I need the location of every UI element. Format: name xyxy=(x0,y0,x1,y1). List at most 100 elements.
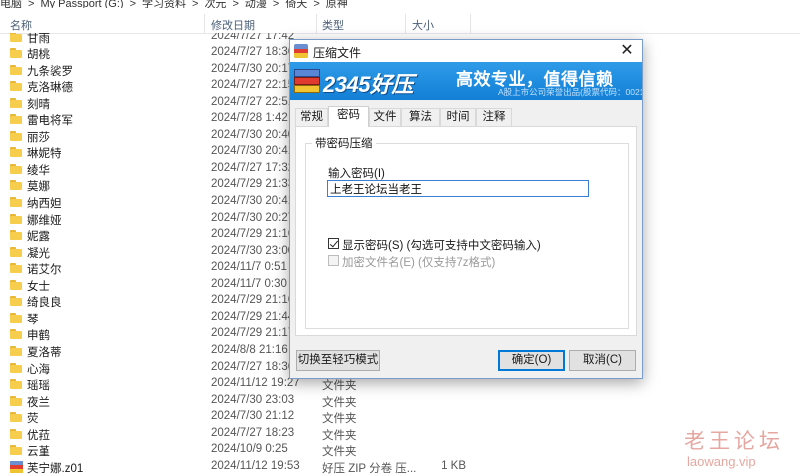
file-name: 绫华 xyxy=(27,164,50,177)
banner-brand: 2345好压 xyxy=(323,72,413,97)
column-separator[interactable] xyxy=(204,14,205,34)
breadcrumb: 电脑 > My Passport (G:) > 学习资料 > 次元 > 动漫 > 倚天 > 原神 xyxy=(0,0,800,8)
file-date: 2024/7/27 17:32 xyxy=(211,161,295,174)
folder-icon xyxy=(10,329,22,340)
file-name: 纳西妲 xyxy=(27,198,62,210)
haozip-logo-icon xyxy=(294,69,320,93)
tab-password[interactable]: 密码 xyxy=(328,106,369,127)
folder-icon xyxy=(10,445,22,456)
file-name: 九条裟罗 xyxy=(27,65,73,78)
file-date: 2024/7/30 21:12 xyxy=(211,410,295,423)
file-name: 诺艾尔 xyxy=(27,264,62,277)
column-size[interactable]: 大小 xyxy=(412,17,434,33)
encrypt-filenames-checkbox[interactable] xyxy=(328,255,339,266)
file-date: 2024/7/27 17:42 xyxy=(211,33,295,42)
file-name: 夜兰 xyxy=(27,396,50,409)
close-button[interactable]: ✕ xyxy=(614,40,640,62)
file-date: 2024/10/9 0:25 xyxy=(211,443,288,456)
folder-icon xyxy=(10,230,22,241)
file-date: 2024/11/7 0:51 xyxy=(211,261,287,274)
dialog-titlebar[interactable]: 压缩文件 ✕ xyxy=(290,40,642,62)
folder-icon xyxy=(10,246,22,257)
file-row[interactable]: 云堇 2024/10/9 0:25 文件夹 xyxy=(0,442,800,459)
folder-icon xyxy=(10,163,22,174)
file-name: 荧 xyxy=(27,413,39,426)
file-row[interactable]: 荧 2024/7/30 21:12 文件夹 xyxy=(0,409,800,426)
folder-icon xyxy=(10,345,22,356)
column-separator[interactable] xyxy=(405,14,406,34)
file-name: 云堇 xyxy=(27,446,50,459)
ok-button[interactable]: 确定(O) xyxy=(498,350,565,371)
file-name: 心海 xyxy=(27,363,50,376)
column-separator[interactable] xyxy=(470,14,471,34)
file-name: 妮露 xyxy=(27,231,50,244)
file-date: 2024/7/29 21:16 xyxy=(211,294,295,307)
file-name: 琴 xyxy=(27,313,39,326)
breadcrumb-item[interactable]: 原神 xyxy=(326,0,348,8)
file-date: 2024/7/29 21:17 xyxy=(211,327,295,340)
file-date: 2024/11/12 19:27 xyxy=(211,377,300,390)
breadcrumb-separator: > xyxy=(192,0,199,8)
file-type: 好压 ZIP 分卷 压... xyxy=(322,462,417,475)
file-name: 娜维娅 xyxy=(27,214,62,227)
column-name[interactable]: 名称 xyxy=(10,17,32,33)
file-date: 2024/7/30 20:40 xyxy=(211,128,295,141)
breadcrumb-item[interactable]: 倚天 xyxy=(285,0,307,8)
breadcrumb-item[interactable]: 电脑 xyxy=(0,0,22,8)
brand-banner: 2345好压 高效专业，值得信赖 A股上市公司荣誉出品(股票代码：002195) xyxy=(290,62,642,100)
file-date: 2024/8/8 21:16 xyxy=(211,343,288,356)
breadcrumb-item[interactable]: My Passport (G:) xyxy=(40,0,123,8)
folder-icon xyxy=(10,379,22,390)
file-date: 2024/7/30 20:17 xyxy=(211,62,295,75)
file-date: 2024/7/30 20:27 xyxy=(211,211,295,224)
file-date: 2024/11/7 0:30 xyxy=(211,277,287,290)
file-name: 芙宁娜.z01 xyxy=(27,462,84,475)
file-row[interactable]: 夜兰 2024/7/30 23:03 文件夹 xyxy=(0,393,800,410)
file-date: 2024/7/29 21:16 xyxy=(211,228,295,241)
password-tab-panel: 带密码压缩 输入密码(I) 显示密码(S) (勾选可支持中文密码输入) 加密文件… xyxy=(295,126,637,336)
folder-icon xyxy=(10,362,22,373)
column-type[interactable]: 类型 xyxy=(322,17,344,33)
banner-subtitle: A股上市公司荣誉出品(股票代码：002195) xyxy=(498,87,642,97)
folder-icon xyxy=(10,412,22,423)
file-name: 甘雨 xyxy=(27,33,50,45)
file-date: 2024/7/27 18:23 xyxy=(211,426,295,439)
breadcrumb-item[interactable]: 次元 xyxy=(204,0,226,8)
file-name: 优菈 xyxy=(27,429,50,442)
column-separator[interactable] xyxy=(316,14,317,34)
column-date[interactable]: 修改日期 xyxy=(211,17,255,33)
file-date: 2024/7/27 22:15 xyxy=(211,79,295,92)
password-input[interactable] xyxy=(327,180,589,197)
compress-dialog: 压缩文件 ✕ 2345好压 高效专业，值得信赖 A股上市公司荣誉出品(股票代码：… xyxy=(289,39,643,379)
cancel-button[interactable]: 取消(C) xyxy=(569,350,636,371)
tab-files[interactable]: 文件 xyxy=(369,108,401,126)
folder-icon xyxy=(10,114,22,125)
file-row[interactable]: 芙宁娜.z01 2024/11/12 19:53 好压 ZIP 分卷 压... 1 K… xyxy=(0,459,800,476)
file-name: 克洛琳德 xyxy=(27,82,73,95)
file-name: 瑶瑶 xyxy=(27,380,50,393)
breadcrumb-item[interactable]: 学习资料 xyxy=(142,0,186,8)
folder-icon xyxy=(10,428,22,439)
password-group: 带密码压缩 输入密码(I) 显示密码(S) (勾选可支持中文密码输入) 加密文件… xyxy=(305,135,629,329)
password-label: 输入密码(I) xyxy=(328,168,385,180)
breadcrumb-separator: > xyxy=(272,0,280,8)
tab-general[interactable]: 常规 xyxy=(295,108,328,126)
file-row[interactable]: 优菈 2024/7/27 18:23 文件夹 xyxy=(0,426,800,443)
file-date: 2024/7/30 20:41 xyxy=(211,145,295,158)
breadcrumb-separator: > xyxy=(232,0,239,8)
watermark-text: 老王论坛 xyxy=(684,429,784,453)
folder-icon xyxy=(10,395,22,406)
tab-time[interactable]: 时间 xyxy=(440,108,476,126)
zip-archive-icon xyxy=(10,460,23,473)
folder-icon xyxy=(10,130,22,141)
folder-icon xyxy=(10,64,22,75)
show-password-checkbox[interactable] xyxy=(328,238,339,249)
breadcrumb-separator: > xyxy=(28,0,35,8)
encrypt-filenames-label: 加密文件名(E) (仅支持7z格式) xyxy=(342,257,496,269)
file-name: 琳妮特 xyxy=(27,148,62,161)
file-type: 文件夹 xyxy=(322,429,357,442)
tab-algorithm[interactable]: 算法 xyxy=(401,108,440,126)
switch-lite-mode-button[interactable]: 切换至轻巧模式 xyxy=(296,350,380,371)
breadcrumb-item[interactable]: 动漫 xyxy=(245,0,267,8)
tab-comment[interactable]: 注释 xyxy=(476,108,512,126)
